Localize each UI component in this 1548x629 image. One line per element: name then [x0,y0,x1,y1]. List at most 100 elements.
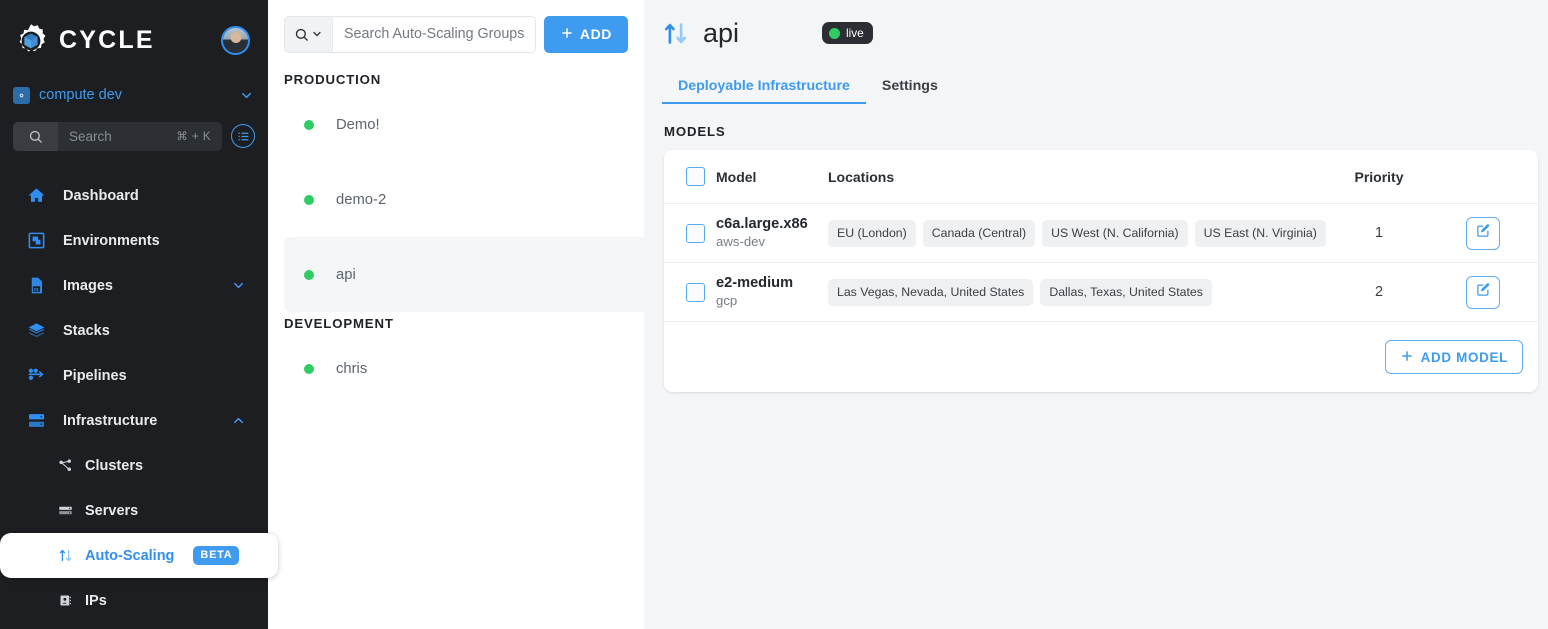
location-tag: Dallas, Texas, United States [1040,278,1212,306]
sidebar-nav: Dashboard Environments 01 Images Stacks … [0,173,278,623]
network-nodes-icon [57,458,74,473]
sidebar-item-ips[interactable]: IPs [0,578,268,623]
models-card: Model Locations Priority c6a.large.x86 a… [664,150,1538,393]
auto-scaling-groups-panel: Search Auto-Scaling Groups ADD PRODUCTIO… [268,0,644,629]
left-sidebar: CYCLE compute dev Search ⌘ + K Dashboard… [0,0,278,629]
actions-cell [1428,203,1538,264]
sidebar-item-label: Dashboard [63,187,139,204]
row-checkbox[interactable] [686,282,705,302]
ip-address-icon [57,593,74,608]
main-content: api live Deployable Infrastructure Setti… [644,0,1548,629]
list-checklist-icon[interactable] [231,124,255,148]
sidebar-item-stacks[interactable]: Stacks [0,308,268,353]
search-placeholder: Search [69,128,112,144]
sidebar-header: CYCLE [0,0,268,81]
status-dot-icon [304,194,314,205]
avatar[interactable] [221,26,250,55]
search-input[interactable]: Search ⌘ + K [13,121,222,151]
edit-model-button[interactable] [1466,216,1500,250]
select-all-checkbox[interactable] [686,167,705,186]
priority-cell: 2 [1330,262,1428,323]
sidebar-item-dashboard[interactable]: Dashboard [0,173,268,218]
add-button[interactable]: ADD [543,15,628,53]
page-title: api [703,17,740,48]
brand-logo[interactable]: CYCLE [12,22,221,60]
chevron-up-icon[interactable] [231,413,246,428]
sidebar-item-auto-scaling[interactable]: Auto-Scaling BETA [0,533,278,578]
row-checkbox[interactable] [686,223,705,243]
cluster-selector[interactable]: compute dev [0,81,268,109]
sidebar-item-label: Pipelines [63,367,127,384]
list-item-label: api [336,266,356,283]
sidebar-item-label: Images [63,277,113,294]
search-icon[interactable] [285,16,333,52]
edit-model-button[interactable] [1466,275,1500,309]
list-item[interactable]: Demo! [284,87,644,162]
sidebar-item-label: Clusters [85,457,144,474]
status-dot-icon [304,363,314,374]
location-tag: EU (London) [828,219,916,247]
main-header: api live Deployable Infrastructure Setti… [644,0,1548,104]
sidebar-item-label: Servers [85,502,139,519]
locations-cell: Las Vegas, Nevada, United States Dallas,… [828,262,1330,323]
add-model-button-label: ADD MODEL [1420,349,1508,365]
title-row: api live [662,0,1548,66]
status-dot-icon [829,27,841,39]
tab-bar: Deployable Infrastructure Settings [662,66,1548,104]
list-item[interactable]: api [284,237,644,312]
priority-cell: 1 [1330,203,1428,264]
chevron-down-icon[interactable] [231,278,246,293]
server-rack-icon [25,411,47,430]
sidebar-item-servers[interactable]: Servers [0,488,268,533]
brand-name: CYCLE [59,26,155,54]
image-file-icon: 01 [25,276,47,295]
model-name: c6a.large.x86 [716,216,808,232]
tab-label: Deployable Infrastructure [678,78,850,94]
list-item-label: chris [336,360,368,377]
table-row[interactable]: c6a.large.x86 aws-dev EU (London) Canada… [664,203,1538,264]
home-icon [25,186,47,205]
search-placeholder: Search Auto-Scaling Groups [344,26,525,42]
sidebar-item-images[interactable]: 01 Images [0,263,268,308]
group-label-development: DEVELOPMENT [284,316,394,331]
group-label-production: PRODUCTION [284,72,382,87]
list-item-label: demo-2 [336,191,387,208]
sidebar-item-pipelines[interactable]: Pipelines [0,353,268,398]
environments-icon [25,231,47,250]
sidebar-item-environments[interactable]: Environments [0,218,268,263]
cluster-gear-icon [13,86,30,104]
list-item[interactable]: demo-2 [284,162,644,237]
model-provider: gcp [716,293,738,309]
section-label-models: MODELS [664,124,726,139]
sidebar-item-infrastructure[interactable]: Infrastructure [0,398,268,443]
tab-deployable-infrastructure[interactable]: Deployable Infrastructure [662,66,866,104]
sidebar-item-label: Stacks [63,322,110,339]
sidebar-item-clusters[interactable]: Clusters [0,443,268,488]
chevron-down-icon[interactable] [239,88,254,103]
location-tag: US East (N. Virginia) [1194,219,1326,247]
tab-settings[interactable]: Settings [866,66,954,104]
priority-value: 2 [1374,284,1383,301]
model-cell: e2-medium gcp [716,262,828,323]
sidebar-item-label: Auto-Scaling [85,547,175,564]
list-item[interactable]: chris [284,331,644,406]
model-provider: aws-dev [716,234,766,250]
table-row[interactable]: e2-medium gcp Las Vegas, Nevada, United … [664,262,1538,323]
svg-text:01: 01 [34,287,39,292]
column-header-priority: Priority [1330,150,1428,204]
pipelines-icon [25,366,47,385]
sidebar-item-label: Infrastructure [63,412,158,429]
status-badge: live [822,22,873,44]
table-header-row: Model Locations Priority [664,150,1538,204]
row-checkbox-cell [664,262,716,323]
add-model-button[interactable]: ADD MODEL [1384,340,1523,375]
up-down-arrows-icon [662,20,689,47]
search-shortcut-hint: ⌘ + K [176,131,211,143]
sidebar-item-label: Environments [63,232,160,249]
plus-icon [560,26,574,43]
search-auto-scaling-groups-input[interactable]: Search Auto-Scaling Groups [284,15,536,53]
cluster-name: compute dev [39,87,123,103]
select-all-checkbox-cell [664,150,716,204]
location-tag: Canada (Central) [922,219,1036,247]
sidebar-search-row: Search ⌘ + K [0,121,268,151]
